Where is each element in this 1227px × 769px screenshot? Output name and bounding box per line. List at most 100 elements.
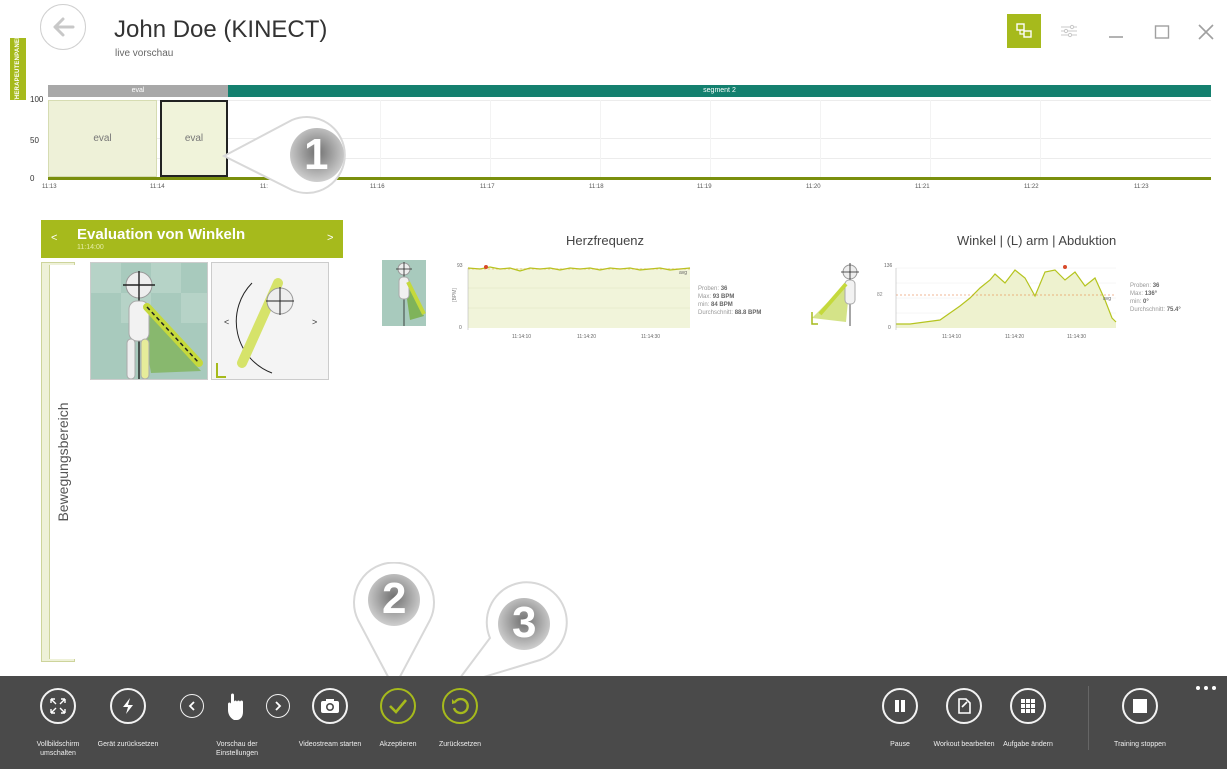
close-button[interactable] <box>1192 18 1220 46</box>
heart-rate-y-top: 93 <box>457 263 463 269</box>
angle-figure-thumb <box>810 260 876 326</box>
timeline-vgrid <box>930 100 931 177</box>
angle-y-top: 136 <box>884 263 893 269</box>
callout-2: 2 <box>348 561 440 691</box>
timeline-segment-2[interactable]: segment 2 <box>228 85 1211 97</box>
timeline-vgrid <box>710 100 711 177</box>
timeline-y-label: 100 <box>30 95 44 104</box>
timeline-segment-eval[interactable]: eval <box>48 85 228 97</box>
stop-training-button[interactable] <box>1122 688 1158 724</box>
timeline-vgrid <box>600 100 601 177</box>
timeline-tick: 11:22 <box>1024 184 1039 190</box>
angle-x-tick: 11:14:20 <box>1005 334 1025 340</box>
timeline-vgrid <box>1040 100 1041 177</box>
heart-rate-stats: Proben: 36 Max: 93 BPM min: 84 BPM Durch… <box>698 285 761 317</box>
preview-gesture[interactable] <box>226 692 248 727</box>
stat-label: Durchschnitt: <box>698 310 734 316</box>
stat-value: 75.4° <box>1166 307 1181 313</box>
evaluation-next-button[interactable]: > <box>327 232 333 244</box>
reference-prev-button[interactable]: < <box>224 317 229 327</box>
reference-next-button[interactable]: > <box>312 317 317 327</box>
heart-rate-x-tick: 11:14:20 <box>577 334 597 340</box>
undo-icon <box>452 697 469 715</box>
timeline-block-eval-selected[interactable]: eval <box>160 100 228 177</box>
stat-label: min: <box>698 302 710 308</box>
evaluation-header: < Evaluation von Winkeln 11:14:00 > <box>41 220 343 258</box>
reset-button[interactable] <box>442 688 478 724</box>
therapist-view-button[interactable] <box>1007 14 1041 48</box>
change-task-button[interactable] <box>1010 688 1046 724</box>
maximize-button[interactable] <box>1148 18 1176 46</box>
exercise-thumbnail-live[interactable] <box>90 262 208 380</box>
accept-button[interactable] <box>380 688 416 724</box>
timeline-tick: 11:16 <box>370 184 385 190</box>
timeline-vgrid <box>490 100 491 177</box>
callout-number: 2 <box>382 574 407 623</box>
timeline-y-label: 0 <box>30 174 35 183</box>
angle-x-tick: 11:14:10 <box>942 334 962 340</box>
figure-thumb-image <box>382 260 426 326</box>
timeline-y-label: 50 <box>30 136 39 145</box>
stat-value: 84 BPM <box>711 302 733 308</box>
edit-document-icon <box>958 698 971 714</box>
timeline-vgrid <box>820 100 821 177</box>
heart-rate-x-tick: 11:14:30 <box>641 334 661 340</box>
angle-avg-label: avg <box>1103 296 1112 302</box>
timeline-vgrid <box>380 100 381 177</box>
more-options-button[interactable] <box>1195 678 1217 694</box>
settings-sliders-button[interactable] <box>1052 14 1086 48</box>
angle-y-bottom: 0 <box>888 325 891 331</box>
category-tab-inner: Bewegungsbereich <box>49 265 75 659</box>
grid-icon <box>1021 699 1035 713</box>
figure-thumb-image <box>810 260 876 326</box>
camera-icon <box>321 699 339 713</box>
chevron-left-icon <box>188 701 195 711</box>
angle-x-tick: 11:14:30 <box>1067 334 1087 340</box>
back-button[interactable] <box>40 4 86 50</box>
reset-label: Zurücksetzen <box>438 741 482 748</box>
videostream-button[interactable] <box>312 688 348 724</box>
stat-value: 36 <box>1152 283 1160 289</box>
fullscreen-button[interactable] <box>40 688 76 724</box>
arrow-left-icon <box>53 17 75 37</box>
callout-bubble-graphic <box>221 116 346 194</box>
checkmark-icon <box>389 699 407 714</box>
callout-3: 3 <box>448 578 580 690</box>
expand-icon <box>50 698 66 714</box>
callout-number: 3 <box>512 598 537 647</box>
heart-rate-avg-label: avg <box>679 270 688 276</box>
stop-training-label: Training stoppen <box>1114 741 1166 748</box>
heart-rate-x-tick: 11:14:10 <box>512 334 532 340</box>
maximize-icon <box>1154 25 1170 39</box>
timeline-tick: 11:21 <box>915 184 930 190</box>
stat-value: 36 <box>720 286 728 292</box>
category-tab[interactable]: Bewegungsbereich <box>41 262 75 662</box>
edit-workout-button[interactable] <box>946 688 982 724</box>
close-icon <box>1198 24 1214 40</box>
preview-prev-button[interactable] <box>180 694 204 718</box>
minimize-icon <box>1109 36 1123 38</box>
reset-device-button[interactable] <box>110 688 146 724</box>
pause-icon <box>895 700 905 712</box>
settings-preview-label: Vorschau der Einstellungen <box>215 741 259 757</box>
stat-label: Proben: <box>1130 283 1152 289</box>
session-timeline: eval segment 2 100 50 0 eval eval 11:13 … <box>10 80 1215 205</box>
evaluation-prev-button[interactable]: < <box>51 232 57 244</box>
callout-1: 1 <box>221 110 362 200</box>
videostream-label: Videostream starten <box>298 741 362 748</box>
timeline-tick: 11:13 <box>42 184 57 190</box>
stat-value: 93 BPM <box>712 294 735 300</box>
pause-button[interactable] <box>882 688 918 724</box>
preview-next-button[interactable] <box>266 694 290 718</box>
angle-chart-title: Winkel | (L) arm | Abduktion <box>957 233 1117 248</box>
chevron-right-icon <box>275 701 282 711</box>
heart-rate-title: Herzfrequenz <box>566 233 645 248</box>
stat-label: Max: <box>698 294 712 300</box>
callout-number: 1 <box>304 130 329 179</box>
stat-label: Max: <box>1130 291 1144 297</box>
bottom-toolbar: Vollbildschirm umschalten Gerät zurückse… <box>0 676 1227 769</box>
exercise-thumbnail-reference[interactable]: < > <box>211 262 329 380</box>
angle-stats: Proben: 36 Max: 136° min: 0° Durchschnit… <box>1130 282 1181 314</box>
minimize-button[interactable] <box>1102 18 1130 46</box>
timeline-block-eval[interactable]: eval <box>48 100 157 177</box>
